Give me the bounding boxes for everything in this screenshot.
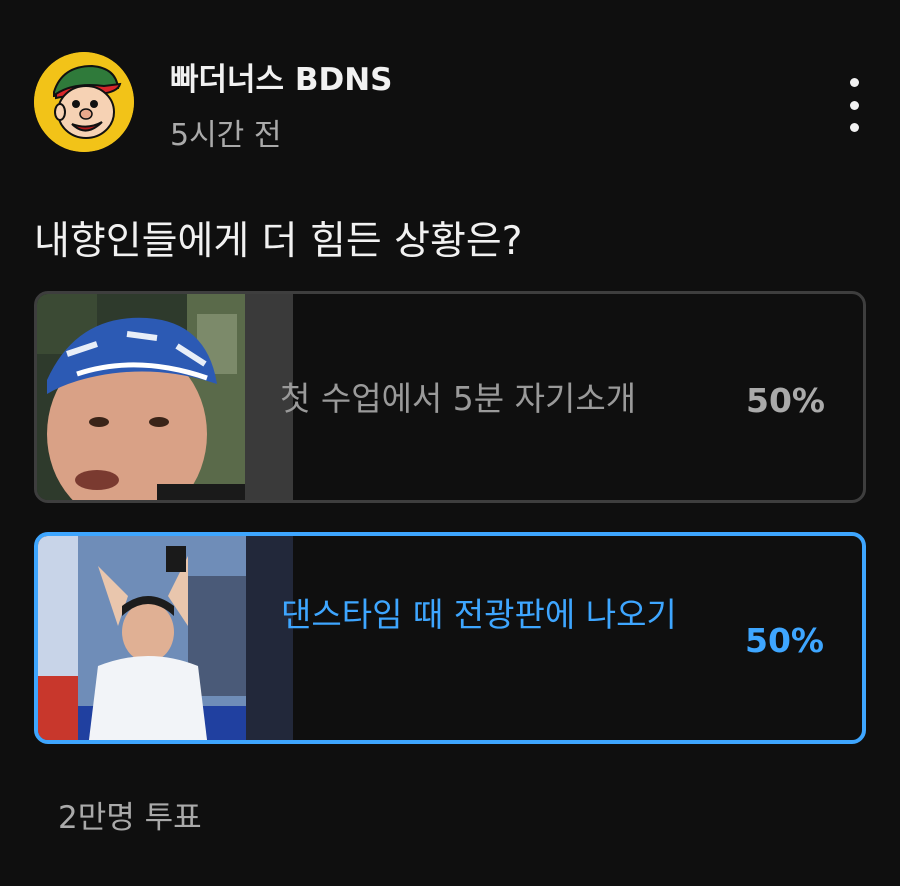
poll-option-image bbox=[38, 536, 246, 740]
more-vert-icon-dot bbox=[849, 100, 859, 110]
poll-question: 내향인들에게 더 힘든 상황은? bbox=[34, 219, 523, 264]
post-time: 5시간 전 bbox=[170, 118, 282, 153]
poll-option-image bbox=[37, 294, 245, 500]
vote-count: 2만명 투표 bbox=[58, 800, 202, 836]
more-vert-icon bbox=[849, 78, 859, 87]
poll-option-percent: 50% bbox=[746, 381, 825, 420]
cartoon-face-icon bbox=[34, 52, 134, 152]
channel-avatar[interactable] bbox=[34, 52, 134, 152]
poll-option-1[interactable]: 첫 수업에서 5분 자기소개 50% bbox=[34, 291, 866, 503]
poll-option-percent: 50% bbox=[745, 621, 824, 660]
poll-option-label: 첫 수업에서 5분 자기소개 bbox=[280, 379, 637, 418]
post-header: 빠더너스 BDNS 5시간 전 bbox=[34, 52, 874, 162]
dancing-man-image bbox=[38, 536, 246, 740]
poll-option-2[interactable]: 댄스타임 때 전광판에 나오기 50% bbox=[34, 532, 866, 744]
more-vert-icon-dot bbox=[849, 123, 859, 132]
poll-option-label: 댄스타임 때 전광판에 나오기 bbox=[281, 595, 677, 634]
more-options-button[interactable] bbox=[834, 78, 874, 132]
bandana-man-image bbox=[37, 294, 245, 500]
channel-name[interactable]: 빠더너스 BDNS bbox=[170, 54, 393, 99]
